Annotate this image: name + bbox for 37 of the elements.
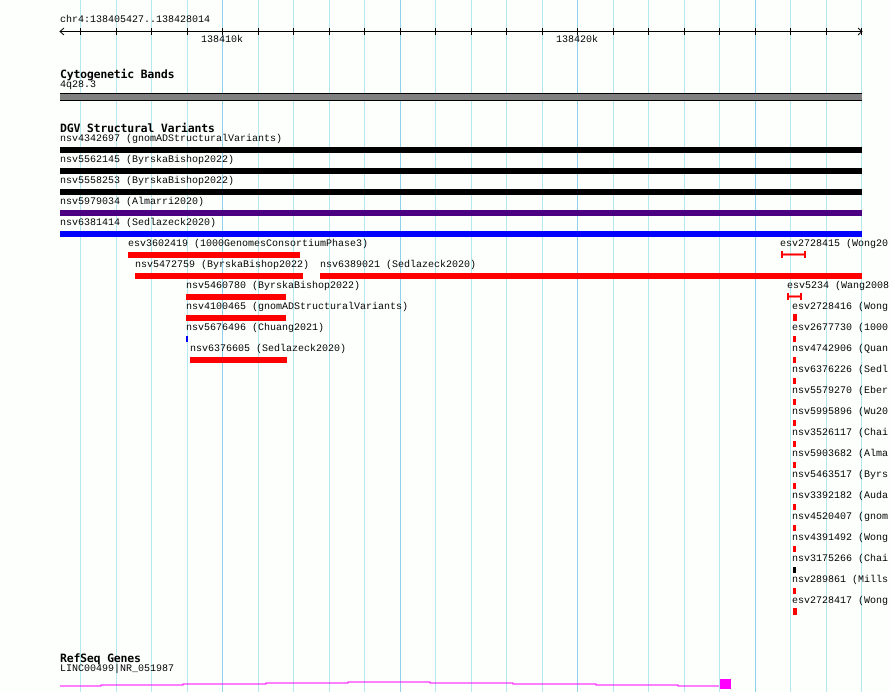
track-title: DGV Structural Variants [60, 122, 215, 134]
feature-label: nsv6389021 (Sedlazeck2020) [320, 260, 476, 272]
feature-label: nsv4342697 (gnomADStructuralVariants) [60, 134, 282, 146]
track-title: Cytogenetic Bands [60, 68, 174, 80]
feature-label: 4q28.3 [60, 80, 96, 92]
feature-label: nsv5676496 (Chuang2021) [186, 323, 324, 335]
feature-label: nsv3175266 (Chai [792, 554, 888, 566]
feature-label: esv5234 (Wang2008 [787, 281, 890, 293]
feature-label: esv2728416 (Wong [792, 302, 888, 314]
feature-label: nsv289861 (Mills [792, 575, 888, 587]
feature-label: nsv5460780 (ByrskaBishop2022) [186, 281, 360, 293]
feature-label: nsv5562145 (ByrskaBishop2022) [60, 155, 234, 167]
feature-label: esv2677730 (1000 [792, 323, 888, 335]
feature-label: nsv6381414 (Sedlazeck2020) [60, 218, 216, 230]
feature-label: nsv4742906 (Quan [792, 344, 888, 356]
track-title: RefSeq Genes [60, 652, 141, 664]
location-label: chr4:138405427..138428014 [60, 15, 210, 27]
feature-label: nsv5995896 (Wu20 [792, 407, 888, 419]
feature-label: nsv4391492 (Wong [792, 533, 888, 545]
feature-label: nsv5558253 (ByrskaBishop2022) [60, 176, 234, 188]
feature-label: esv3602419 (1000GenomesConsortiumPhase3) [128, 239, 368, 251]
feature-label: esv2728417 (Wong [792, 596, 888, 608]
feature-label: nsv6376605 (Sedlazeck2020) [190, 344, 346, 356]
feature-label: nsv5579270 (Eber [792, 386, 888, 398]
feature-label: nsv4520407 (gnom [792, 512, 888, 524]
tick-label: 138410k [201, 35, 244, 47]
feature-label: nsv6376226 (Sedl [792, 365, 888, 377]
tick-label: 138420k [556, 35, 598, 47]
feature-label: nsv5903682 (Alma [792, 449, 888, 461]
feature-label: LINC00499|NR_051987 [60, 664, 174, 676]
feature-label: nsv5463517 (Byrs [792, 470, 888, 482]
feature-label: nsv5979034 (Almarri2020) [60, 197, 204, 209]
feature-label: nsv4100465 (gnomADStructuralVariants) [186, 302, 408, 314]
feature-label: nsv3526117 (Chai [792, 428, 888, 440]
feature-label: nsv3392182 (Auda [792, 491, 888, 503]
feature-label: esv2728415 (Wong20 [780, 239, 888, 251]
feature-label: nsv5472759 (ByrskaBishop2022) [135, 260, 310, 272]
